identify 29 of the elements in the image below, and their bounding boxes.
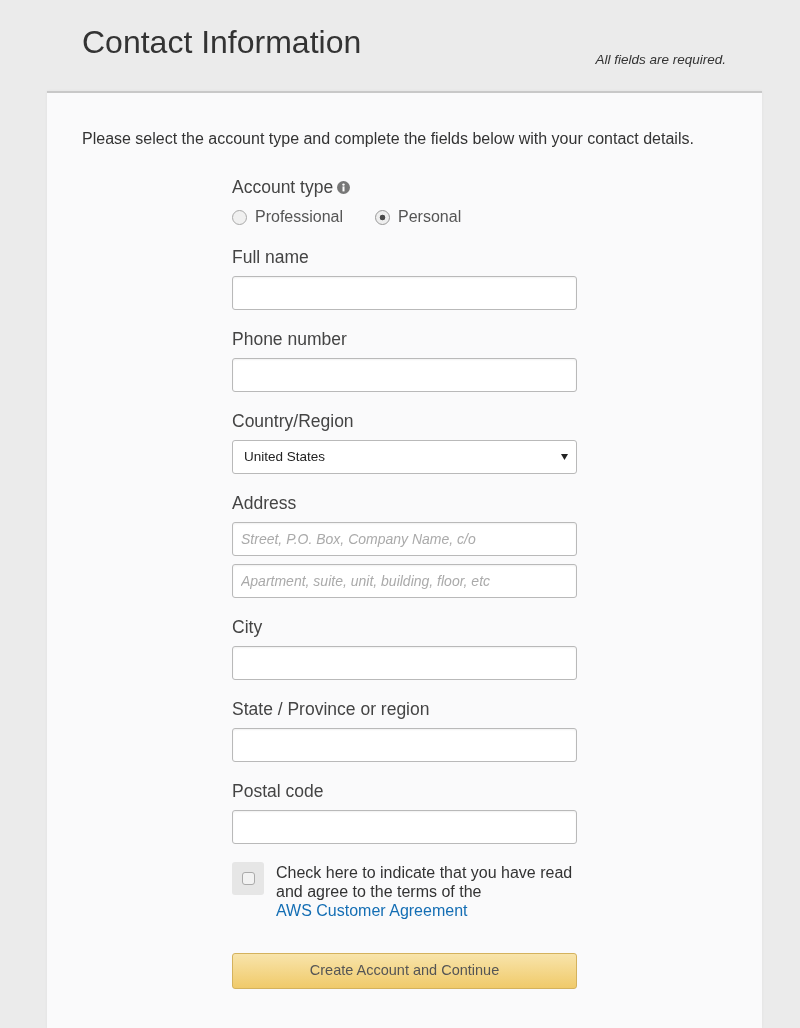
text-field[interactable] [232,358,577,392]
text-field[interactable] [232,728,577,762]
create-account-button[interactable]: Create Account and Continue [232,953,577,989]
account-type-label: Account type [232,177,334,197]
radio-label[interactable]: Personal [398,207,462,227]
agreement-checkbox[interactable] [232,862,264,895]
text-field[interactable] [232,810,577,844]
intro-text: Please select the account type and complete the fields below with your contact details. [82,129,695,148]
text-field[interactable]: Apartment, suite, unit, building, floor, etc [232,564,577,598]
field-label: Postal code [232,781,324,801]
country-select[interactable]: United States [232,440,577,474]
field-label: Phone number [232,329,347,349]
info-icon[interactable] [337,180,351,194]
text-field[interactable]: Street, P.O. Box, Company Name, c/o [232,522,577,556]
agreement-text: Check here to indicate that you have read and agree to the terms of the AWS Customer Agreement [276,863,574,920]
caret-icon [561,454,568,460]
field-label: Address [232,493,297,513]
field-label: State / Province or region [232,699,430,719]
field-label: City [232,617,263,637]
radio-button[interactable] [232,209,247,225]
field-label: Full name [232,247,309,267]
field-label: Country/Region [232,411,354,431]
page-title: Contact Information [82,24,362,60]
text-field[interactable] [232,276,577,310]
radio-label[interactable]: Professional [255,207,344,227]
text-field[interactable] [232,646,577,680]
required-note: All fields are required. [595,52,726,68]
agreement-link[interactable]: AWS Customer Agreement [276,902,468,919]
radio-button[interactable] [375,209,391,225]
